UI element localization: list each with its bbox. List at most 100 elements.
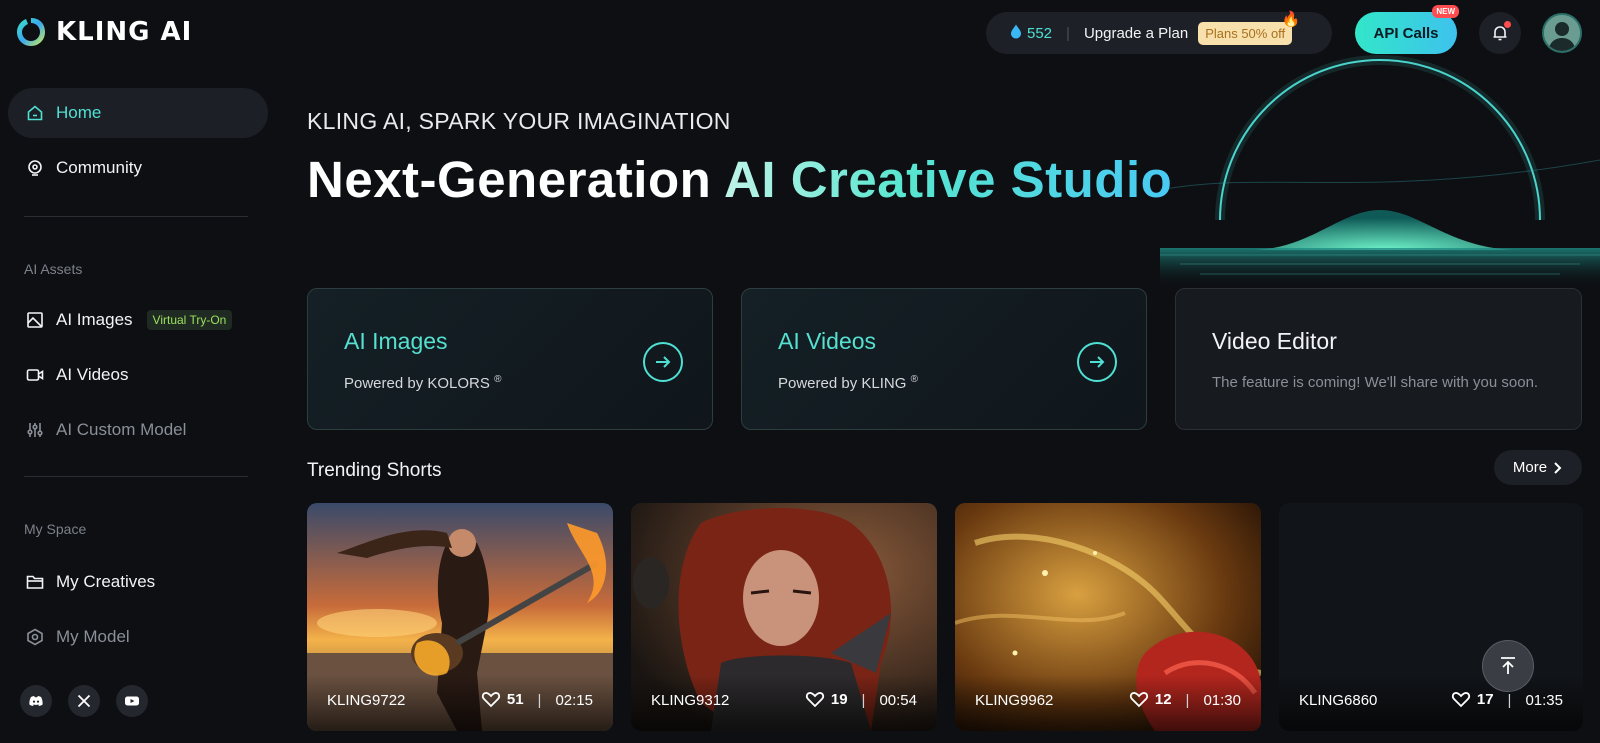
sidebar-item-label: AI Custom Model — [56, 420, 187, 439]
virtual-try-on-badge: Virtual Try-On — [146, 310, 233, 330]
trending-shorts-title: Trending Shorts — [307, 460, 442, 481]
heart-icon — [1451, 692, 1470, 708]
meta-separator: | — [861, 692, 866, 709]
feature-card-video-editor[interactable]: Video Editor The feature is coming! We'l… — [1175, 288, 1582, 430]
meta-separator: | — [1507, 692, 1512, 709]
sidebar-item-ai-custom-model[interactable]: AI Custom Model — [8, 405, 268, 455]
sidebar-divider — [24, 476, 248, 477]
credits-value: 552 — [1027, 24, 1053, 42]
sidebar-item-label: My Model — [56, 627, 130, 646]
credits-upgrade-pill[interactable]: 552 | Upgrade a Plan Plans 50% off 🔥 — [986, 11, 1332, 54]
sidebar-item-home[interactable]: Home — [8, 88, 268, 138]
home-icon — [27, 105, 43, 121]
sidebar-item-label: AI Images — [56, 310, 133, 329]
feature-card-subtitle: Powered by KLING ® — [778, 374, 918, 392]
video-card[interactable]: KLING6860 17 | 01:35 — [1279, 503, 1583, 731]
hero-title: Next-Generation AI Creative Studio — [307, 150, 1172, 209]
video-likes[interactable]: 19 — [805, 689, 848, 709]
youtube-link[interactable] — [116, 685, 148, 717]
video-author: KLING9722 — [327, 692, 406, 709]
video-duration: 01:30 — [1203, 692, 1241, 709]
heart-icon — [481, 692, 500, 708]
x-icon — [77, 694, 91, 708]
feature-card-subtitle-text: Powered by KOLORS — [344, 375, 490, 392]
sidebar-item-label: My Creatives — [56, 572, 156, 591]
meta-separator: | — [537, 692, 542, 709]
registered-mark: ® — [494, 374, 502, 385]
arrow-right-icon — [1090, 356, 1105, 368]
meta-separator: | — [1185, 692, 1190, 709]
credits-separator: | — [1066, 24, 1070, 42]
like-count: 19 — [830, 690, 848, 708]
plans-discount-badge: Plans 50% off 🔥 — [1198, 11, 1300, 45]
hero-title-gradient: AI Creative Studio — [724, 151, 1173, 208]
feature-card-title: AI Images — [344, 328, 448, 354]
image-icon — [27, 312, 43, 328]
video-card[interactable]: KLING9312 19 | 00:54 — [631, 503, 937, 731]
sidebar-item-label: Home — [56, 103, 102, 122]
sidebar-item-label: AI Videos — [56, 365, 129, 384]
notification-dot — [1504, 21, 1511, 28]
sidebar-divider — [24, 216, 248, 217]
notifications-button[interactable] — [1479, 12, 1521, 54]
flame-icon: 🔥 — [1281, 10, 1301, 28]
new-badge: NEW — [1432, 5, 1459, 18]
heart-icon — [805, 692, 824, 708]
video-likes[interactable]: 12 — [1129, 689, 1172, 709]
credit-drop-icon — [1010, 24, 1022, 43]
feature-card-arrow-button[interactable] — [1077, 342, 1117, 382]
video-likes[interactable]: 51 — [481, 689, 524, 709]
hero-title-plain: Next-Generation — [307, 151, 725, 208]
x-link[interactable] — [68, 685, 100, 717]
like-count: 12 — [1154, 690, 1172, 708]
kling-logo-icon — [17, 18, 45, 46]
back-to-top-button[interactable] — [1482, 640, 1534, 692]
video-meta: KLING9312 19 | 00:54 — [631, 675, 937, 731]
feature-card-subtitle-text: Powered by KLING — [778, 375, 907, 392]
video-meta: KLING9962 12 | 01:30 — [955, 675, 1261, 731]
hero-tagline: KLING AI, SPARK YOUR IMAGINATION — [307, 108, 731, 134]
more-button[interactable]: More — [1494, 450, 1582, 485]
avatar-icon — [1544, 15, 1580, 51]
model-icon — [27, 628, 43, 646]
arrow-right-icon — [656, 356, 671, 368]
feature-card-ai-images[interactable]: AI Images Powered by KOLORS ® — [307, 288, 713, 430]
arrow-up-to-top-icon — [1501, 657, 1515, 674]
discord-link[interactable] — [20, 685, 52, 717]
sliders-icon — [27, 423, 43, 437]
feature-card-title: AI Videos — [778, 328, 877, 354]
like-count: 17 — [1476, 690, 1494, 708]
video-card[interactable]: KLING9722 51 | 02:15 — [307, 503, 613, 731]
video-author: KLING9962 — [975, 692, 1054, 709]
youtube-icon — [125, 696, 139, 706]
sidebar-item-my-creatives[interactable]: My Creatives — [8, 557, 268, 607]
api-calls-label: API Calls — [1373, 24, 1439, 42]
feature-card-ai-videos[interactable]: AI Videos Powered by KLING ® — [741, 288, 1147, 430]
section-label-my-space: My Space — [24, 521, 87, 537]
sidebar-item-my-model[interactable]: My Model — [8, 612, 268, 662]
video-author: KLING6860 — [1299, 692, 1378, 709]
video-icon — [26, 369, 44, 381]
video-card[interactable]: KLING9962 12 | 01:30 — [955, 503, 1261, 731]
sidebar: KLING AI Home Community AI Assets AI Ima… — [0, 0, 272, 743]
more-label: More — [1512, 459, 1548, 476]
like-count: 51 — [506, 690, 524, 708]
plans-badge-label: Plans 50% off — [1205, 25, 1286, 41]
sidebar-item-community[interactable]: Community — [8, 143, 268, 193]
logo[interactable]: KLING AI — [14, 14, 192, 50]
video-likes[interactable]: 17 — [1451, 689, 1494, 709]
feature-card-arrow-button[interactable] — [643, 342, 683, 382]
sidebar-item-ai-videos[interactable]: AI Videos — [8, 350, 268, 400]
folder-icon — [26, 575, 44, 589]
video-duration: 00:54 — [879, 692, 917, 709]
video-meta: KLING6860 17 | 01:35 — [1279, 675, 1583, 731]
sidebar-item-ai-images[interactable]: AI Images Virtual Try-On — [8, 295, 268, 345]
feature-card-title: Video Editor — [1212, 328, 1337, 354]
user-avatar[interactable] — [1542, 13, 1582, 53]
upgrade-plan-link[interactable]: Upgrade a Plan — [1084, 25, 1188, 42]
hero-planet-illustration — [1160, 55, 1600, 288]
api-calls-button[interactable]: API Calls NEW — [1355, 5, 1459, 54]
feature-card-subtitle: Powered by KOLORS ® — [344, 374, 501, 392]
video-meta: KLING9722 51 | 02:15 — [307, 675, 613, 731]
section-label-ai-assets: AI Assets — [24, 261, 83, 277]
